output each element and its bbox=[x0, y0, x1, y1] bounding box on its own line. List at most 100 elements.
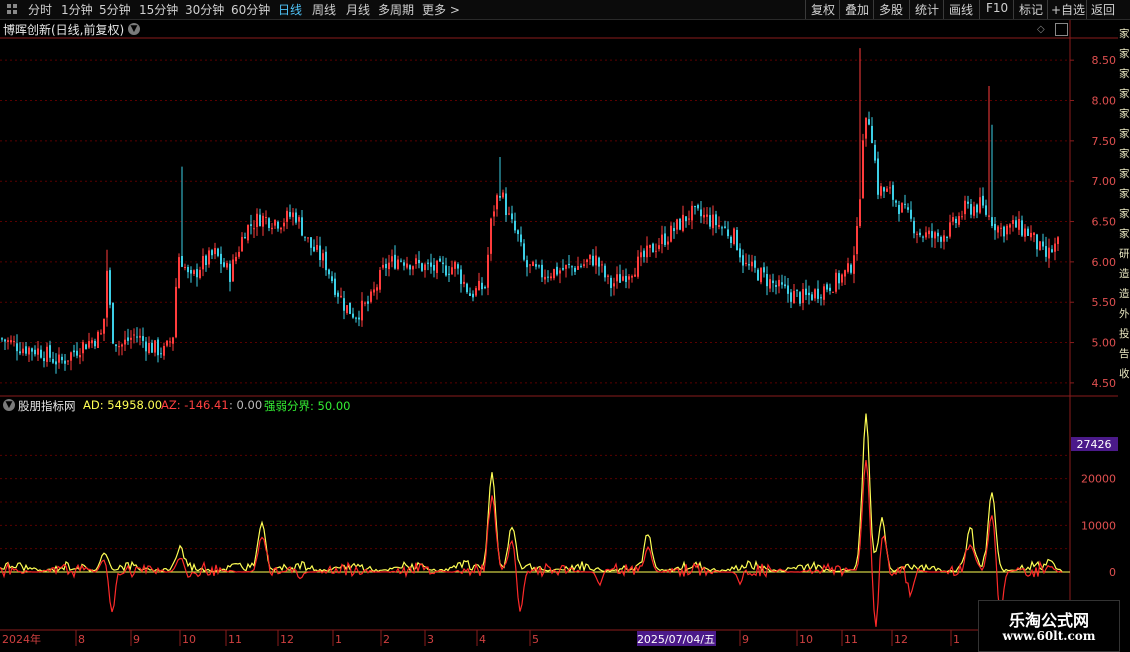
candle-body bbox=[703, 214, 705, 218]
candle-body bbox=[745, 262, 747, 264]
chevron-down-icon[interactable]: ▼ bbox=[3, 399, 15, 411]
candle-body bbox=[844, 270, 846, 277]
price-tick-label: 7.50 bbox=[1092, 135, 1117, 148]
side-panel-char: 家 bbox=[1119, 188, 1130, 200]
candle-body bbox=[604, 265, 606, 278]
candle-body bbox=[532, 261, 534, 267]
candle-body bbox=[754, 260, 756, 268]
candle-body bbox=[502, 192, 504, 198]
candle-body bbox=[190, 269, 192, 274]
candle-body bbox=[535, 264, 537, 267]
candle-body bbox=[220, 253, 222, 265]
side-panel-char: 家 bbox=[1119, 228, 1130, 240]
candle-body bbox=[916, 233, 918, 235]
candle-body bbox=[979, 197, 981, 213]
candle-body bbox=[676, 219, 678, 230]
right-side-panel: 家家家家家家家家家家家研造造外投告收 bbox=[1118, 20, 1130, 650]
candle-body bbox=[940, 236, 942, 242]
candle-body bbox=[433, 264, 435, 271]
candle-body bbox=[310, 237, 312, 248]
candle-body bbox=[874, 144, 876, 161]
candle-body bbox=[1057, 237, 1059, 244]
candle-body bbox=[511, 213, 513, 220]
candle-body bbox=[862, 140, 864, 198]
candle-body bbox=[568, 263, 570, 265]
candle-body bbox=[727, 229, 729, 237]
chart-canvas[interactable]: 8.50 8.00 7.50 7.00 6.50 6.00 5.50 5.00 4.50 2000… bbox=[0, 0, 1118, 650]
candle-body bbox=[289, 212, 291, 217]
candle-body bbox=[100, 333, 102, 335]
candle-body bbox=[391, 256, 393, 262]
candle-body bbox=[826, 284, 828, 290]
candle-body bbox=[970, 204, 972, 215]
candle-body bbox=[607, 275, 609, 277]
date-axis-month-label: 11 bbox=[228, 633, 242, 646]
ad-series-line bbox=[0, 413, 1063, 573]
candle-body bbox=[973, 206, 975, 216]
candle-body bbox=[1021, 220, 1023, 236]
candle-body bbox=[1009, 224, 1011, 228]
candle-body bbox=[634, 274, 636, 277]
candle-body bbox=[10, 340, 12, 343]
candle-body bbox=[112, 302, 114, 344]
candle-body bbox=[574, 267, 576, 272]
candle-body bbox=[586, 259, 588, 263]
candle-body bbox=[964, 200, 966, 215]
candle-body bbox=[778, 279, 780, 287]
candle-body bbox=[52, 359, 54, 363]
candle-body bbox=[313, 246, 315, 252]
candle-body bbox=[406, 263, 408, 268]
candle-body bbox=[331, 276, 333, 281]
candle-body bbox=[598, 257, 600, 267]
candle-body bbox=[1003, 226, 1005, 237]
candle-body bbox=[664, 233, 666, 245]
candle-body bbox=[229, 263, 231, 282]
candle-body bbox=[673, 228, 675, 232]
candle-body bbox=[376, 287, 378, 291]
candle-body bbox=[670, 225, 672, 242]
candle-body bbox=[166, 340, 168, 346]
candle-body bbox=[661, 234, 663, 245]
date-axis-month-label: 4 bbox=[479, 633, 486, 646]
candle-body bbox=[1033, 232, 1035, 236]
candle-body bbox=[169, 341, 171, 343]
candle-body bbox=[316, 244, 318, 250]
candle-body bbox=[1, 338, 3, 340]
side-panel-char: 家 bbox=[1119, 88, 1130, 100]
candle-body bbox=[829, 287, 831, 291]
candle-body bbox=[466, 283, 468, 293]
date-axis-month-label: 3 bbox=[427, 633, 434, 646]
candle-body bbox=[175, 286, 177, 338]
candle-body bbox=[55, 361, 57, 365]
candle-body bbox=[637, 256, 639, 277]
candle-body bbox=[766, 273, 768, 287]
price-tick-label: 5.00 bbox=[1092, 337, 1117, 350]
candle-body bbox=[421, 263, 423, 271]
candle-body bbox=[397, 259, 399, 269]
date-axis-month-label: 10 bbox=[182, 633, 196, 646]
candle-body bbox=[613, 283, 615, 287]
candle-body bbox=[1030, 232, 1032, 238]
date-axis-month-label: 9 bbox=[742, 633, 749, 646]
candle-body bbox=[232, 259, 234, 282]
candle-body bbox=[997, 226, 999, 233]
candle-body bbox=[949, 222, 951, 237]
candle-body bbox=[298, 217, 300, 222]
candle-body bbox=[265, 217, 267, 219]
candle-body bbox=[418, 259, 420, 264]
price-tick-label: 6.50 bbox=[1092, 216, 1117, 229]
candle-body bbox=[133, 334, 135, 336]
candle-body bbox=[838, 273, 840, 284]
candle-body bbox=[505, 193, 507, 216]
side-panel-char: 家 bbox=[1119, 208, 1130, 220]
candle-body bbox=[496, 195, 498, 210]
candle-body bbox=[553, 269, 555, 279]
candle-body bbox=[652, 243, 654, 253]
candle-body bbox=[913, 220, 915, 234]
candle-body bbox=[367, 301, 369, 304]
indicator-tick-label: 20000 bbox=[1081, 473, 1116, 486]
candle-body bbox=[82, 342, 84, 354]
candle-body bbox=[955, 218, 957, 223]
indicator-zero-value: : 0.00 bbox=[229, 398, 263, 412]
candle-body bbox=[580, 265, 582, 267]
